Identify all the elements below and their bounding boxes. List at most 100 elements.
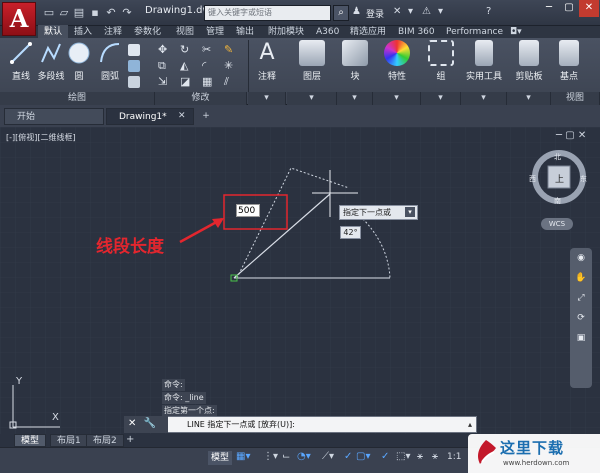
tooltip-dropdown-icon[interactable]: ▾ — [405, 207, 415, 217]
open-folder-icon[interactable]: ▱ — [57, 6, 71, 19]
login-button[interactable]: 登录 — [366, 7, 384, 20]
undo-icon[interactable]: ↶ — [104, 6, 118, 19]
model-space-button[interactable]: 模型 — [208, 451, 232, 465]
arc-tool[interactable]: 圆弧 — [94, 40, 126, 82]
help-menu-icon[interactable]: ▾ — [438, 6, 443, 17]
new-file-icon[interactable]: ▭ — [42, 6, 56, 19]
close-tab-icon[interactable]: ✕ — [178, 111, 186, 121]
offset-icon[interactable]: ⫽ — [224, 75, 229, 89]
viewcube-south[interactable]: 南 — [554, 196, 561, 206]
polar-icon[interactable]: ◔▾ — [297, 451, 311, 462]
minimize-button[interactable]: ─ — [539, 0, 559, 17]
erase-icon[interactable]: ✎ — [224, 43, 233, 56]
search-input[interactable]: 键入关键字或短语 — [204, 5, 331, 21]
explode-icon[interactable]: ✳ — [224, 59, 233, 72]
layout2-tab[interactable]: 布局2 — [86, 434, 124, 447]
copy-icon[interactable]: ⧉ — [158, 59, 166, 73]
properties-tool[interactable]: 特性 — [373, 40, 421, 82]
block-tool[interactable]: 块 — [337, 40, 373, 82]
clipboard-panel-footer[interactable]: ▾ — [507, 92, 551, 105]
rotate-icon[interactable]: ↻ — [180, 43, 189, 56]
pan-icon[interactable]: ✋ — [570, 268, 592, 288]
modify-panel-footer[interactable]: 修改 — [155, 92, 247, 105]
command-line-controls[interactable]: ✕ 🔧 — [124, 416, 168, 433]
annotation-panel-footer[interactable]: ▾ — [248, 92, 286, 105]
zoom-icon[interactable]: ⤢ — [570, 288, 592, 308]
viewport-window-controls[interactable]: ─ ▢ ✕ — [556, 130, 586, 141]
transparency-icon[interactable]: ⬚▾ — [396, 451, 410, 462]
ribbon-toggle-icon[interactable]: ◘▾ — [510, 27, 522, 37]
viewport-controls[interactable]: [-][俯视][二维线框] — [6, 132, 76, 143]
tab-a360[interactable]: A360 — [310, 25, 345, 39]
block-panel-footer[interactable]: ▾ — [337, 92, 373, 105]
group-tool[interactable]: 组 — [421, 40, 461, 82]
help-icon[interactable]: ? — [486, 6, 491, 17]
maximize-button[interactable]: ▢ — [559, 0, 579, 17]
viewcube-north[interactable]: 北 — [554, 152, 561, 162]
viewcube-west[interactable]: 西 — [529, 174, 536, 184]
command-line[interactable]: LINE 指定下一点或 [放弃(U)]: ▴ — [124, 416, 477, 433]
viewcube-top-label[interactable]: 上 — [555, 172, 564, 185]
navigation-bar[interactable]: ◉ ✋ ⤢ ⟳ ▣ — [570, 248, 592, 388]
redo-icon[interactable]: ↷ — [120, 6, 134, 19]
fillet-icon[interactable]: ◜ — [202, 59, 206, 72]
gradient-icon[interactable] — [128, 76, 140, 88]
circle-tool[interactable]: 圆 — [64, 40, 94, 82]
tab-parametric[interactable]: 参数化 — [128, 25, 167, 39]
cart-icon[interactable]: ▾ — [408, 6, 413, 17]
rectangle-icon[interactable] — [128, 44, 140, 56]
grid-icon[interactable]: ▦▾ — [236, 451, 250, 462]
hatch-icon[interactable] — [128, 60, 140, 72]
drawing-canvas[interactable] — [0, 127, 600, 434]
tab-manage[interactable]: 管理 — [200, 25, 230, 39]
viewcube-east[interactable]: 东 — [580, 174, 587, 184]
array-icon[interactable]: ▦ — [202, 75, 212, 88]
application-menu-button[interactable]: A — [2, 2, 36, 36]
angle-readout[interactable]: 42° — [340, 226, 361, 239]
tab-performance[interactable]: Performance — [440, 25, 509, 39]
annotation-visibility-icon[interactable]: ⚹ — [432, 451, 438, 462]
length-input[interactable]: 500 — [236, 204, 260, 217]
save-icon[interactable]: ▪ — [88, 6, 102, 19]
tab-featured-apps[interactable]: 精选应用 — [344, 25, 392, 39]
stretch-icon[interactable]: ⇲ — [158, 75, 167, 88]
line-tool[interactable]: 直线 — [3, 40, 39, 82]
move-icon[interactable]: ✥ — [158, 43, 167, 56]
close-button[interactable]: ✕ — [579, 0, 599, 17]
customize-command-icon[interactable]: 🔧 — [144, 418, 156, 429]
annotation-scale-icon[interactable]: ⚹ — [417, 451, 423, 462]
a360-icon[interactable]: ⚠ — [422, 6, 431, 17]
showmotion-icon[interactable]: ▣ — [570, 328, 592, 348]
tab-home[interactable]: 默认 — [38, 25, 69, 39]
search-icon[interactable]: ⌕ — [333, 5, 349, 21]
wcs-menu[interactable]: WCS — [541, 218, 573, 230]
utilities-tool[interactable]: 实用工具 — [461, 40, 507, 82]
layout1-tab[interactable]: 布局1 — [50, 434, 88, 447]
properties-panel-footer[interactable]: ▾ — [373, 92, 421, 105]
tab-addins[interactable]: 附加模块 — [262, 25, 310, 39]
osnap-icon[interactable]: ▢▾ — [356, 451, 370, 462]
new-layout-button[interactable]: + — [126, 434, 134, 445]
annotation-tool[interactable]: A 注释 — [248, 40, 286, 82]
open-folder-alt-icon[interactable]: ▤ — [72, 6, 86, 19]
start-tab[interactable]: 开始 — [4, 108, 104, 125]
command-dropdown-icon[interactable]: ▴ — [468, 417, 472, 432]
orbit-icon[interactable]: ⟳ — [570, 308, 592, 328]
exchange-icon[interactable]: ✕ — [393, 6, 401, 17]
tab-insert[interactable]: 插入 — [68, 25, 98, 39]
layers-panel-footer[interactable]: ▾ — [287, 92, 337, 105]
view-panel-footer[interactable]: 视图 — [551, 92, 600, 105]
user-icon[interactable]: ♟ — [352, 6, 361, 17]
mirror-icon[interactable]: ◭ — [180, 59, 188, 72]
tab-bim360[interactable]: BIM 360 — [392, 25, 441, 39]
clipboard-tool[interactable]: 剪贴板 — [507, 40, 551, 82]
tab-view[interactable]: 视图 — [170, 25, 200, 39]
base-point-tool[interactable]: 基点 — [551, 40, 587, 82]
steering-wheel-icon[interactable]: ◉ — [570, 248, 592, 268]
isodraft-icon[interactable]: ⟋▾ — [322, 451, 334, 462]
scale-icon[interactable]: ◪ — [180, 75, 190, 88]
close-command-icon[interactable]: ✕ — [128, 418, 136, 429]
trim-icon[interactable]: ✂ — [202, 43, 211, 56]
new-tab-button[interactable]: + — [198, 108, 214, 125]
polyline-tool[interactable]: 多段线 — [35, 40, 67, 82]
